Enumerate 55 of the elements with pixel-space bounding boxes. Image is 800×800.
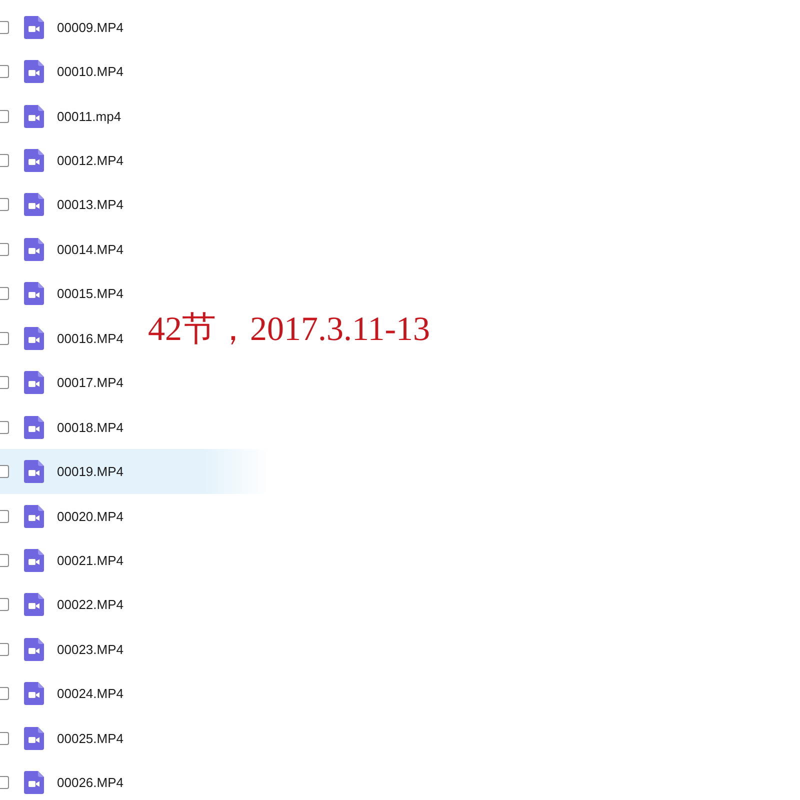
checkbox[interactable] [0, 376, 9, 390]
video-file-icon [24, 371, 44, 394]
checkbox[interactable] [0, 332, 9, 345]
checkbox[interactable] [0, 598, 9, 612]
file-name: 00015.MP4 [57, 286, 124, 302]
video-file-icon [24, 682, 44, 706]
checkbox[interactable] [0, 154, 9, 168]
video-file-icon [24, 726, 44, 750]
checkbox[interactable] [0, 554, 9, 567]
file-name: 00025.MP4 [57, 730, 124, 746]
checkbox[interactable] [0, 420, 9, 434]
file-name: 00016.MP4 [57, 330, 124, 346]
checkbox[interactable] [0, 287, 9, 300]
video-file-icon [24, 771, 44, 794]
file-name: 00021.MP4 [57, 552, 124, 568]
file-name: 00013.MP4 [57, 197, 124, 212]
video-file-icon [24, 16, 44, 39]
file-name: 00010.MP4 [57, 64, 124, 80]
file-name: 00026.MP4 [57, 775, 124, 790]
file-name: 00019.MP4 [57, 464, 124, 480]
annotation-text: 42节，2017.3.11-13 [148, 310, 430, 350]
video-file-icon [24, 416, 44, 439]
video-file-icon [24, 638, 44, 661]
video-file-icon [24, 149, 44, 172]
file-name: 00018.MP4 [57, 420, 124, 435]
checkbox[interactable] [0, 110, 9, 123]
checkbox[interactable] [0, 198, 9, 212]
file-name: 00020.MP4 [57, 508, 124, 524]
file-name: 00014.MP4 [57, 242, 124, 257]
file-name: 00012.MP4 [57, 153, 124, 168]
video-file-icon [24, 60, 44, 84]
video-file-icon [24, 504, 44, 528]
file-name: 00011.mp4 [57, 108, 122, 124]
checkbox[interactable] [0, 776, 9, 790]
video-file-icon [24, 193, 44, 216]
checkbox[interactable] [0, 687, 9, 700]
checkbox[interactable] [0, 642, 9, 656]
file-name: 00023.MP4 [57, 642, 124, 657]
checkbox[interactable] [0, 65, 9, 78]
checkbox[interactable] [0, 510, 9, 523]
file-name: 00017.MP4 [57, 375, 124, 390]
video-file-icon [24, 282, 44, 306]
checkbox[interactable] [0, 465, 9, 478]
checkbox[interactable] [0, 242, 9, 256]
video-file-icon [24, 104, 44, 128]
video-file-icon [24, 548, 44, 572]
file-name: 00009.MP4 [57, 20, 124, 35]
file-name: 00024.MP4 [57, 686, 124, 702]
video-file-icon [24, 593, 44, 616]
checkbox[interactable] [0, 20, 9, 34]
video-file-icon [24, 326, 44, 350]
video-file-icon [24, 238, 44, 261]
checkbox[interactable] [0, 732, 9, 745]
file-name: 00022.MP4 [57, 597, 124, 612]
video-file-icon [24, 460, 44, 484]
